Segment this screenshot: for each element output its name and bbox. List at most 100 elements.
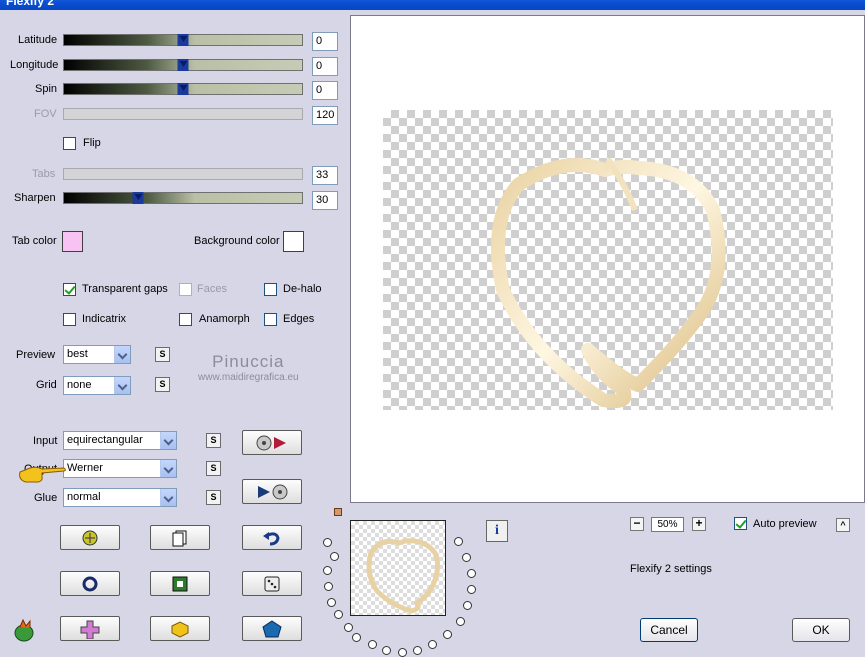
chevron-down-icon[interactable]	[160, 460, 176, 477]
spin-label: Spin	[35, 83, 58, 95]
preview-label: Preview	[16, 349, 56, 361]
cross-shape-button[interactable]	[60, 616, 120, 641]
nav-dot[interactable]	[462, 553, 471, 562]
input-save-button[interactable]: S	[206, 433, 221, 448]
latitude-slider[interactable]	[63, 34, 303, 46]
spin-thumb[interactable]	[177, 83, 189, 95]
nav-dot[interactable]	[463, 601, 472, 610]
transparent-gaps-label: Transparent gaps	[82, 283, 168, 295]
nav-dot[interactable]	[428, 640, 437, 649]
save-preset-button[interactable]	[242, 479, 302, 504]
output-select[interactable]: Werner	[63, 459, 177, 478]
spin-input[interactable]: 0	[312, 81, 338, 100]
latitude-thumb[interactable]	[177, 34, 189, 46]
nav-dot[interactable]	[456, 617, 465, 626]
ok-button[interactable]: OK	[792, 618, 850, 642]
cross-icon	[80, 620, 100, 639]
input-select-value: equirectangular	[67, 434, 143, 446]
zoom-level[interactable]: 50%	[651, 517, 684, 532]
copy-button[interactable]	[150, 525, 210, 550]
nav-dot[interactable]	[334, 610, 343, 619]
load-disc-icon	[256, 435, 286, 450]
transparent-gaps-checkbox[interactable]	[63, 283, 76, 296]
faces-checkbox	[179, 283, 192, 296]
output-select-value: Werner	[67, 462, 103, 474]
background-color-swatch[interactable]	[283, 231, 304, 252]
zoom-in-button[interactable]: +	[692, 517, 706, 531]
navigator-thumbnail[interactable]	[350, 520, 446, 616]
chevron-down-icon[interactable]	[114, 377, 130, 394]
preview-select[interactable]: best	[63, 345, 131, 364]
nav-dot[interactable]	[467, 585, 476, 594]
fov-slider	[63, 108, 303, 120]
sharpen-thumb[interactable]	[132, 192, 144, 204]
info-button[interactable]: i	[486, 520, 508, 542]
nav-dot[interactable]	[368, 640, 377, 649]
tab-color-label: Tab color	[12, 235, 57, 247]
anamorph-checkbox[interactable]	[179, 313, 192, 326]
cube-shape-button[interactable]	[150, 616, 210, 641]
nav-dot[interactable]	[327, 598, 336, 607]
nav-dot[interactable]	[323, 538, 332, 547]
de-halo-checkbox[interactable]	[264, 283, 277, 296]
edges-checkbox[interactable]	[264, 313, 277, 326]
preview-canvas[interactable]	[350, 15, 865, 503]
nav-dot[interactable]	[467, 569, 476, 578]
longitude-slider[interactable]	[63, 59, 303, 71]
undo-button[interactable]	[242, 525, 302, 550]
circle-tool-button[interactable]	[60, 571, 120, 596]
chevron-down-icon[interactable]	[160, 489, 176, 506]
fov-input[interactable]: 120	[312, 106, 338, 125]
copy-icon	[172, 530, 187, 546]
nav-dot[interactable]	[330, 552, 339, 561]
latitude-input[interactable]: 0	[312, 32, 338, 51]
nav-dot[interactable]	[398, 648, 407, 657]
grid-save-button[interactable]: S	[155, 377, 170, 392]
de-halo-label: De-halo	[283, 283, 322, 295]
square-tool-button[interactable]	[150, 571, 210, 596]
collapse-button[interactable]: ^	[836, 518, 850, 532]
edges-label: Edges	[283, 313, 315, 325]
chevron-down-icon[interactable]	[160, 432, 176, 449]
longitude-input[interactable]: 0	[312, 57, 338, 76]
nav-dot[interactable]	[324, 582, 333, 591]
indicatrix-checkbox[interactable]	[63, 313, 76, 326]
randomize-button[interactable]	[60, 525, 120, 550]
load-preset-button[interactable]	[242, 430, 302, 455]
preview-select-value: best	[67, 348, 88, 360]
zoom-out-button[interactable]: −	[630, 517, 644, 531]
anamorph-label: Anamorph	[199, 313, 250, 325]
pentagon-shape-button[interactable]	[242, 616, 302, 641]
pentagon-icon	[262, 619, 282, 637]
tabs-input[interactable]: 33	[312, 166, 338, 185]
chevron-down-icon[interactable]	[114, 346, 130, 363]
flip-label: Flip	[83, 137, 101, 149]
random-dice-button[interactable]	[242, 571, 302, 596]
glue-save-button[interactable]: S	[206, 490, 221, 505]
nav-dot[interactable]	[323, 566, 332, 575]
nav-dot[interactable]	[344, 623, 353, 632]
nav-dot[interactable]	[382, 646, 391, 655]
longitude-thumb[interactable]	[177, 59, 189, 71]
tab-color-swatch[interactable]	[62, 231, 83, 252]
cancel-button[interactable]: Cancel	[640, 618, 698, 642]
input-label: Input	[33, 435, 58, 447]
save-disc-icon	[258, 484, 288, 499]
nav-dot[interactable]	[413, 646, 422, 655]
heart-frame-image	[491, 158, 726, 409]
sharpen-input[interactable]: 30	[312, 191, 338, 210]
preview-panel: i − 50% + Auto preview ^ Flexify 2 setti…	[323, 10, 865, 657]
spin-slider[interactable]	[63, 83, 303, 95]
output-save-button[interactable]: S	[206, 461, 221, 476]
glue-select[interactable]: normal	[63, 488, 177, 507]
nav-dot[interactable]	[443, 630, 452, 639]
flip-checkbox[interactable]	[63, 137, 76, 150]
grid-select[interactable]: none	[63, 376, 131, 395]
sharpen-slider[interactable]	[63, 192, 303, 204]
preview-save-button[interactable]: S	[155, 347, 170, 362]
navigator-corner-handle[interactable]	[334, 508, 342, 516]
nav-dot[interactable]	[454, 537, 463, 546]
input-select[interactable]: equirectangular	[63, 431, 177, 450]
auto-preview-checkbox[interactable]	[734, 517, 747, 530]
nav-dot[interactable]	[352, 633, 361, 642]
